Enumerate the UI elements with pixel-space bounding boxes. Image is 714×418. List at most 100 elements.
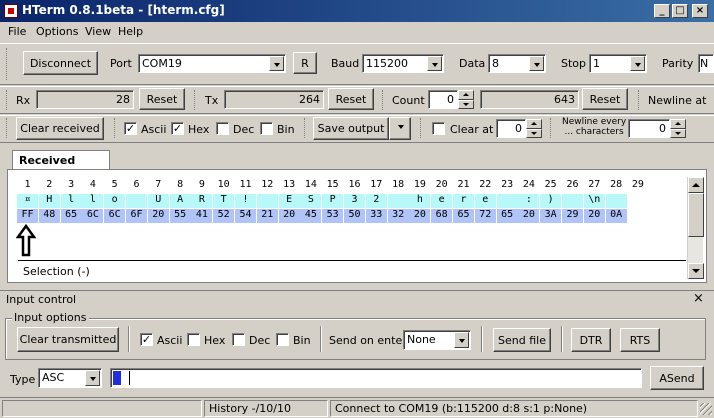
column-number: 4 bbox=[89, 179, 96, 190]
send-ascii-checkbox[interactable]: ✓ bbox=[140, 333, 153, 346]
send-hex-checkbox[interactable] bbox=[187, 333, 200, 346]
hex-byte: 29 bbox=[562, 209, 583, 223]
count-stepper[interactable] bbox=[458, 90, 474, 109]
minimize-button[interactable]: _ bbox=[654, 4, 670, 18]
menu-file[interactable]: File bbox=[8, 25, 26, 38]
clear-transmitted-button[interactable]: Clear transmitted bbox=[17, 327, 119, 352]
toolbar-grip bbox=[6, 90, 9, 110]
recv-hex-label: Hex bbox=[188, 123, 210, 136]
data-bits-select[interactable]: 8 bbox=[488, 54, 546, 73]
hex-byte: 6F bbox=[126, 209, 147, 223]
scroll-down-button[interactable] bbox=[688, 263, 704, 279]
send-ascii-label: Ascii bbox=[157, 334, 183, 347]
recv-ascii-checkbox[interactable]: ✓ bbox=[124, 122, 137, 135]
resize-grip-icon[interactable] bbox=[700, 403, 712, 415]
stop-bits-label: Stop bbox=[561, 57, 587, 70]
refresh-ports-button[interactable]: R bbox=[293, 52, 317, 74]
menu-options[interactable]: Options bbox=[36, 25, 78, 38]
hex-byte: 6C bbox=[104, 209, 126, 223]
rx-count: 28 bbox=[36, 90, 134, 109]
chevron-down-icon bbox=[269, 56, 284, 71]
ascii-byte: P bbox=[322, 194, 344, 208]
tab-received-data[interactable]: Received Data bbox=[12, 150, 110, 180]
received-scrollbar[interactable] bbox=[687, 177, 704, 279]
ascii-byte: r bbox=[453, 194, 474, 208]
recv-bin-checkbox[interactable] bbox=[260, 122, 273, 135]
send-on-enter-select[interactable]: None bbox=[403, 330, 471, 350]
type-select[interactable]: ASC bbox=[38, 368, 102, 388]
hex-byte: 41 bbox=[191, 209, 213, 223]
separator bbox=[320, 326, 322, 352]
column-number: 28 bbox=[610, 179, 623, 190]
dtr-button[interactable]: DTR bbox=[571, 328, 611, 352]
port-label: Port bbox=[110, 57, 132, 70]
toolbar-grip bbox=[6, 118, 9, 138]
disconnect-button[interactable]: Disconnect bbox=[23, 51, 98, 75]
save-output-button[interactable]: Save output bbox=[313, 117, 389, 140]
ascii-byte: E bbox=[278, 194, 300, 208]
close-icon[interactable]: × bbox=[693, 291, 704, 306]
recv-hex-checkbox[interactable]: ✓ bbox=[171, 122, 184, 135]
scroll-up-button[interactable] bbox=[688, 177, 704, 193]
ascii-byte: e bbox=[474, 194, 496, 208]
port-select[interactable]: COM19 bbox=[138, 54, 286, 73]
baud-select[interactable]: 115200 bbox=[362, 54, 444, 73]
rts-button[interactable]: RTS bbox=[620, 328, 660, 352]
stepper-down-icon[interactable] bbox=[458, 99, 474, 109]
clear-at-checkbox[interactable] bbox=[432, 122, 445, 135]
stepper-up-icon[interactable] bbox=[670, 119, 686, 129]
stepper-up-icon[interactable] bbox=[458, 90, 474, 100]
send-input[interactable] bbox=[110, 368, 642, 388]
asend-button[interactable]: ASend bbox=[650, 366, 704, 390]
send-file-button[interactable]: Send file bbox=[493, 328, 551, 352]
recv-bin-label: Bin bbox=[277, 123, 295, 136]
ascii-byte: U bbox=[147, 194, 169, 208]
column-number: 23 bbox=[501, 179, 514, 190]
maximize-button[interactable]: □ bbox=[672, 4, 688, 18]
data-bits-value: 8 bbox=[492, 57, 499, 70]
column-number: 29 bbox=[631, 179, 644, 190]
text-caret bbox=[129, 371, 130, 385]
clear-received-button[interactable]: Clear received bbox=[16, 117, 104, 140]
hex-byte: 53 bbox=[322, 209, 344, 223]
save-output-dropdown[interactable] bbox=[389, 117, 411, 140]
menu-help[interactable]: Help bbox=[118, 25, 143, 38]
tx-reset-button[interactable]: Reset bbox=[328, 88, 374, 110]
stepper-down-icon[interactable] bbox=[670, 128, 686, 138]
recv-dec-label: Dec bbox=[233, 123, 255, 136]
ascii-byte bbox=[256, 194, 278, 208]
hex-byte: 0A bbox=[605, 209, 627, 223]
hex-byte: 20 bbox=[583, 209, 605, 223]
rx-reset-button[interactable]: Reset bbox=[139, 88, 185, 110]
count-input[interactable]: 0 bbox=[428, 90, 458, 109]
hex-byte: 55 bbox=[169, 209, 191, 223]
send-bin-checkbox[interactable] bbox=[276, 333, 289, 346]
column-number: 9 bbox=[198, 179, 205, 190]
menu-view[interactable]: View bbox=[85, 25, 111, 38]
chevron-down-icon bbox=[394, 119, 409, 138]
type-label: Type bbox=[10, 373, 36, 386]
send-on-enter-value: None bbox=[407, 333, 436, 346]
column-number: 2 bbox=[46, 179, 53, 190]
baud-value: 115200 bbox=[366, 57, 408, 70]
type-value: ASC bbox=[42, 371, 65, 384]
clear-at-stepper[interactable] bbox=[526, 119, 542, 138]
column-number: 25 bbox=[544, 179, 557, 190]
newline-every-input[interactable]: 0 bbox=[628, 119, 670, 138]
stepper-down-icon[interactable] bbox=[526, 128, 542, 138]
scroll-thumb[interactable] bbox=[688, 193, 704, 237]
parity-select[interactable]: N bbox=[698, 54, 714, 73]
newline-every-stepper[interactable] bbox=[670, 119, 686, 138]
status-connection: Connect to COM19 (b:115200 d:8 s:1 p:Non… bbox=[330, 400, 698, 417]
recv-dec-checkbox[interactable] bbox=[216, 122, 229, 135]
column-number: 18 bbox=[392, 179, 405, 190]
column-number: 26 bbox=[566, 179, 579, 190]
received-data-panel[interactable]: 1 2 3 4 5 6 7 8 9 10 11 12 13 14 15 16 17 18 19 20 21 22 23 24 2… bbox=[7, 169, 707, 283]
stepper-up-icon[interactable] bbox=[526, 119, 542, 129]
send-dec-checkbox[interactable] bbox=[232, 333, 245, 346]
clear-at-input[interactable]: 0 bbox=[496, 119, 526, 138]
column-number: 22 bbox=[479, 179, 492, 190]
stop-bits-select[interactable]: 1 bbox=[589, 54, 647, 73]
count-reset-button[interactable]: Reset bbox=[582, 88, 628, 110]
close-window-button[interactable]: × bbox=[692, 4, 708, 18]
